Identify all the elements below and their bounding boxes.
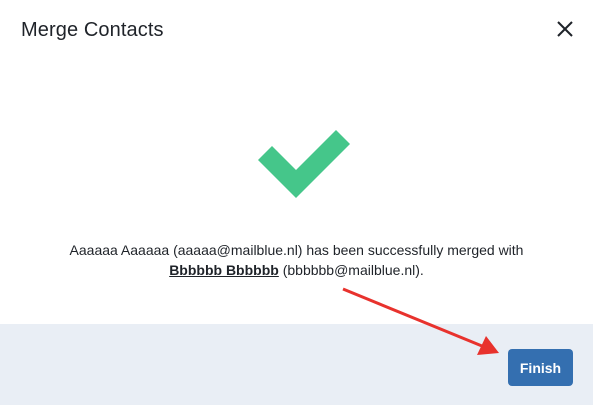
checkmark-icon: [258, 130, 350, 198]
merge-contacts-dialog: Merge Contacts Aaaaaa Aaaaaa (aaaaa@mail…: [0, 0, 593, 405]
dialog-title: Merge Contacts: [21, 19, 164, 41]
close-icon: [557, 21, 573, 37]
message-prefix: Aaaaaa Aaaaaa (aaaaa@mailblue.nl) has be…: [69, 242, 524, 258]
merged-contact-email: (bbbbbb@mailblue.nl).: [278, 262, 424, 278]
success-message: Aaaaaa Aaaaaa (aaaaa@mailblue.nl) has be…: [20, 240, 573, 280]
dialog-header: Merge Contacts: [0, 0, 593, 60]
finish-button[interactable]: Finish: [508, 349, 573, 386]
dialog-body: Aaaaaa Aaaaaa (aaaaa@mailblue.nl) has be…: [0, 60, 593, 324]
dialog-footer: Finish: [0, 324, 593, 405]
merged-contact-link[interactable]: Bbbbbb Bbbbbb: [169, 262, 279, 278]
close-button[interactable]: [550, 14, 580, 44]
